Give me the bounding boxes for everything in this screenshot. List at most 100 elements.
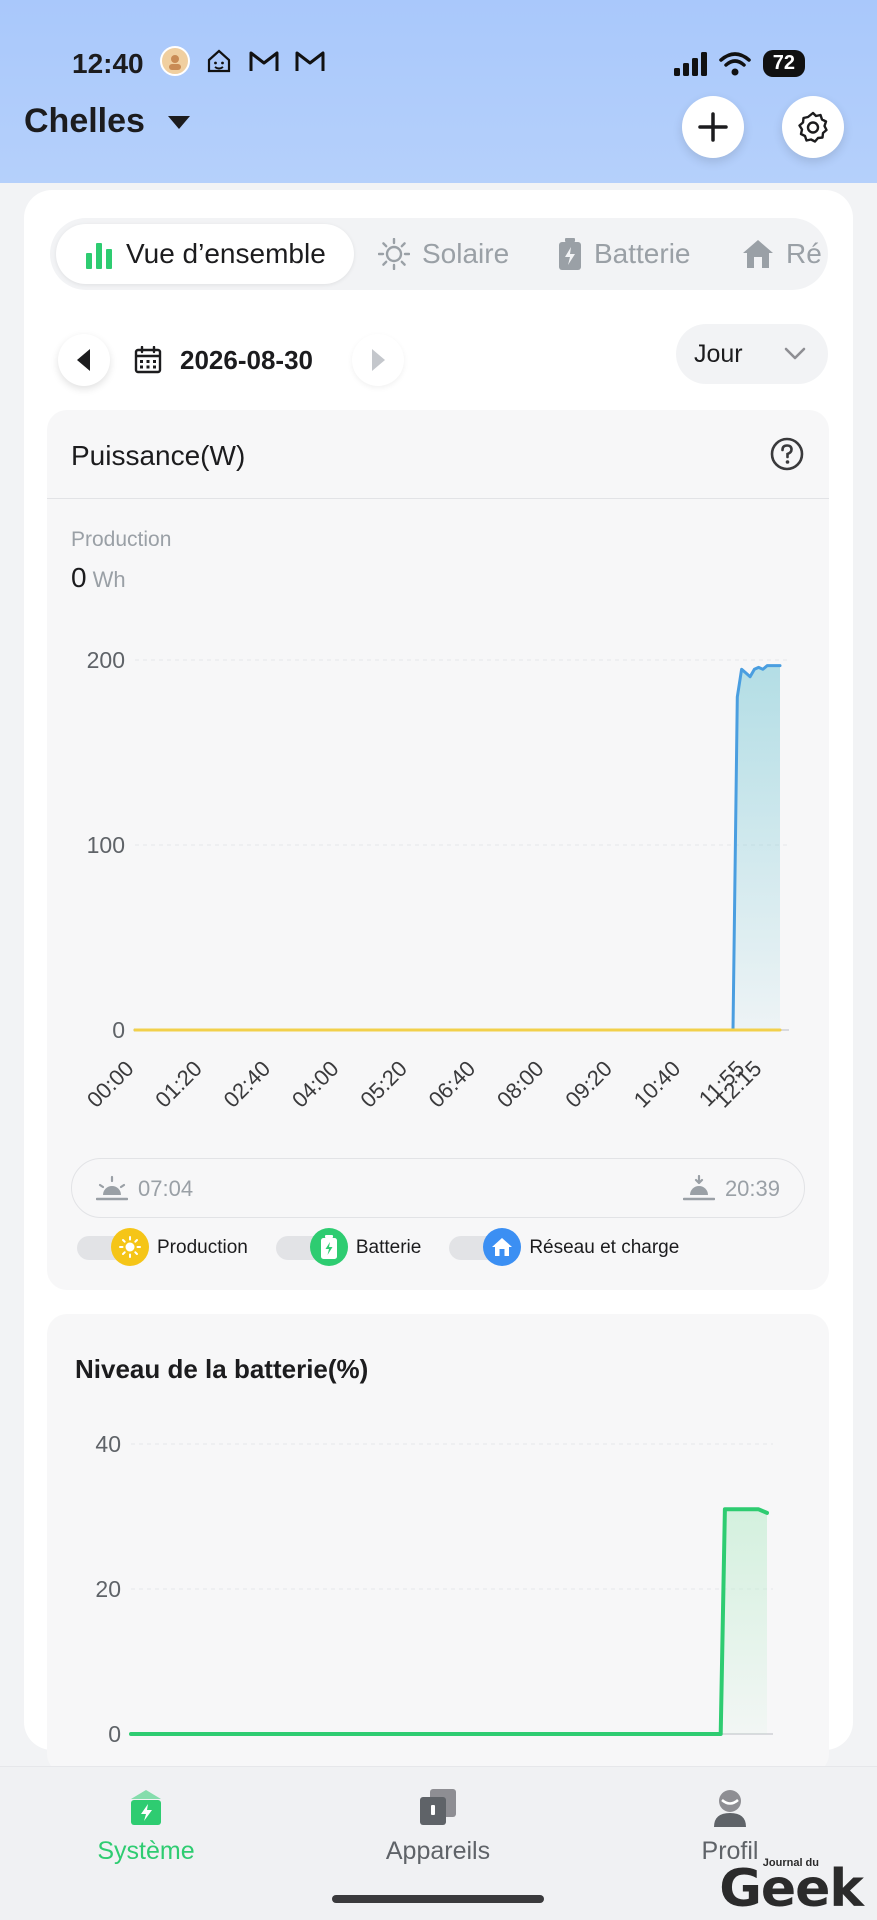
grid-toggle[interactable]	[449, 1228, 522, 1266]
legend-battery[interactable]: Batterie	[275, 1228, 422, 1266]
home-icon	[483, 1228, 522, 1266]
y-tick-label: 200	[87, 647, 125, 673]
sunrise: 07:04	[96, 1159, 193, 1219]
period-select[interactable]: Jour	[676, 324, 828, 384]
chevron-down-icon	[784, 347, 806, 360]
x-tick-label: 02:40	[219, 1056, 276, 1113]
x-tick-label: 09:20	[560, 1056, 617, 1113]
x-tick-label: 04:00	[287, 1056, 344, 1113]
tab-solar[interactable]: Solaire	[350, 224, 537, 284]
notification-icons	[160, 46, 326, 76]
series-line	[129, 1507, 769, 1736]
gmail-icon	[249, 51, 279, 71]
wifi-icon	[719, 51, 751, 75]
battery-level-card: Niveau de la batterie(%) 0 20 40	[47, 1314, 829, 1774]
nav-devices[interactable]: Appareils	[338, 1787, 538, 1866]
home-icon	[743, 240, 773, 268]
chevron-right-icon	[372, 349, 385, 371]
status-time: 12:40	[72, 48, 144, 79]
battery-level: 72	[762, 50, 805, 77]
home-indicator	[332, 1895, 544, 1903]
production-value: 0	[71, 562, 87, 593]
home-assistant-icon	[207, 49, 231, 73]
watermark-logo: Geek	[719, 1859, 864, 1919]
location-name: Chelles	[24, 102, 145, 140]
tab-grid[interactable]: Ré	[714, 224, 828, 284]
legend-grid[interactable]: Réseau et charge	[449, 1228, 679, 1266]
y-tick-label: 40	[95, 1431, 121, 1457]
period-value: Jour	[694, 339, 743, 368]
sunset: 20:39	[682, 1159, 780, 1219]
add-button[interactable]	[682, 96, 744, 158]
system-status: 72	[673, 50, 805, 77]
devices-icon	[420, 1789, 456, 1825]
gmail-icon	[295, 51, 325, 71]
divider	[47, 498, 829, 499]
legend-label: Production	[157, 1237, 248, 1258]
app-header: Chelles	[0, 96, 877, 166]
series-area	[131, 1509, 767, 1734]
sunrise-icon	[96, 1175, 128, 1201]
y-tick-label: 0	[112, 1017, 125, 1043]
signal-icon	[673, 51, 707, 76]
series-area	[135, 665, 780, 1030]
tab-label: Ré	[786, 238, 822, 269]
bar-chart-icon	[86, 243, 112, 269]
location-selector[interactable]: Chelles	[24, 102, 191, 141]
tab-label: Solaire	[422, 238, 510, 269]
legend-production[interactable]: Production	[77, 1228, 248, 1266]
status-bar: 12:40 72	[0, 44, 877, 84]
production-total: 0 Wh	[71, 562, 126, 594]
sunset-icon	[682, 1175, 715, 1201]
nav-label: Système	[97, 1837, 195, 1865]
battery-icon	[559, 238, 581, 270]
gear-icon	[798, 111, 828, 143]
settings-button[interactable]	[782, 96, 844, 158]
tab-battery[interactable]: Batterie	[530, 224, 719, 284]
help-icon[interactable]	[769, 436, 805, 472]
x-tick-label: 10:40	[629, 1056, 686, 1113]
tab-overview[interactable]: Vue d’ensemble	[56, 224, 354, 284]
date-display[interactable]: 2026-08-30	[134, 330, 313, 390]
y-tick-label: 0	[108, 1721, 121, 1747]
production-unit: Wh	[92, 567, 126, 592]
sunset-time: 20:39	[724, 1176, 780, 1201]
x-tick-label: 01:20	[150, 1056, 207, 1113]
production-toggle[interactable]	[77, 1228, 149, 1266]
chevron-left-icon	[77, 349, 90, 371]
bottom-navigation: Système Appareils Profil Journal du Geek	[0, 1766, 877, 1920]
chart-legend: Production Batterie Réseau et charge	[77, 1228, 679, 1266]
next-day-button[interactable]	[352, 334, 404, 386]
y-tick-label: 100	[87, 832, 125, 858]
y-tick-label: 20	[95, 1576, 121, 1602]
sunrise-time: 07:04	[138, 1176, 194, 1201]
battery-toggle[interactable]	[275, 1228, 348, 1266]
system-icon	[131, 1790, 161, 1825]
previous-day-button[interactable]	[58, 334, 110, 386]
battery-title: Niveau de la batterie(%)	[75, 1354, 369, 1384]
sun-icon	[111, 1228, 149, 1266]
battery-chart: 0 20 40	[95, 1431, 773, 1747]
caret-down-icon	[167, 115, 190, 129]
profile-icon	[714, 1790, 746, 1827]
tab-label: Vue d’ensemble	[126, 238, 326, 269]
plus-icon	[698, 112, 728, 142]
main-card: Vue d’ensemble Solaire Batterie Ré 2026-…	[24, 190, 853, 1774]
power-card: Puissance(W) Production 0 Wh 0 100 200 00:00…	[47, 410, 829, 1290]
sun-icon	[378, 238, 410, 270]
x-tick-label: 08:00	[492, 1056, 549, 1113]
tab-label: Batterie	[594, 238, 691, 269]
selected-date: 2026-08-30	[180, 344, 313, 375]
legend-label: Batterie	[355, 1237, 422, 1258]
battery-icon	[309, 1228, 348, 1266]
calendar-icon	[134, 346, 162, 374]
nav-profile[interactable]: Profil	[630, 1787, 830, 1866]
x-tick-label: 00:00	[82, 1056, 139, 1113]
daylight-range: 07:04 20:39	[71, 1158, 805, 1218]
series-line	[133, 664, 782, 1032]
nav-label: Appareils	[385, 1837, 491, 1865]
power-chart: 0 100 200 00:00 01:20 02:40 04:00 05:20 06:40 08:…	[82, 647, 789, 1113]
view-tabs: Vue d’ensemble Solaire Batterie Ré	[50, 218, 828, 290]
nav-system[interactable]: Système	[46, 1787, 246, 1866]
date-navigator: 2026-08-30 Jour	[58, 324, 828, 390]
